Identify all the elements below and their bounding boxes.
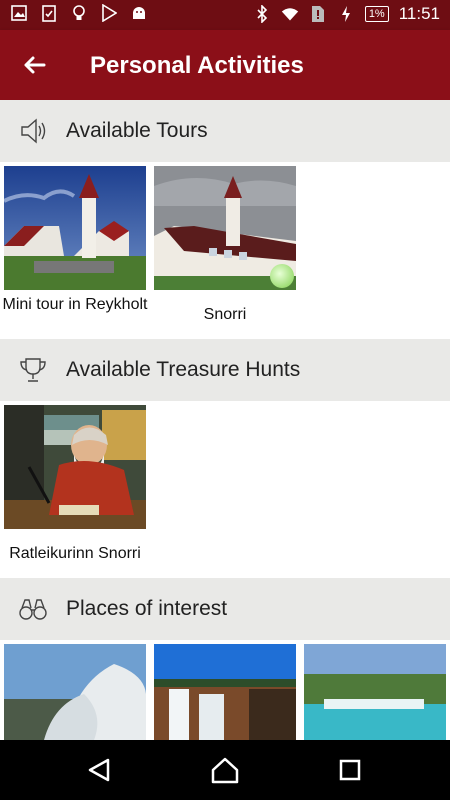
home-icon <box>211 757 239 784</box>
square-recents-icon <box>339 759 361 781</box>
place-thumbnail-geyser[interactable] <box>4 644 146 740</box>
section-label: Available Tours <box>66 119 208 142</box>
tour-caption[interactable]: Mini tour in Reykholt <box>0 295 150 315</box>
section-label: Available Treasure Hunts <box>66 358 301 381</box>
charging-icon <box>337 5 355 23</box>
image-icon <box>10 4 28 22</box>
section-header-treasure-hunts: Available Treasure Hunts <box>0 339 450 401</box>
trophy-icon <box>18 355 48 385</box>
bluetooth-icon <box>253 5 271 23</box>
binoculars-icon <box>18 594 48 624</box>
section-header-tours: Available Tours <box>0 100 450 162</box>
wifi-icon <box>281 5 299 23</box>
lightbulb-icon <box>70 4 88 22</box>
no-sim-icon <box>309 5 327 23</box>
clock: 11:51 <box>398 4 440 23</box>
nav-back-button[interactable] <box>84 754 116 786</box>
tour-thumbnail-reykholt[interactable] <box>4 166 146 290</box>
system-navigation-bar <box>0 740 450 800</box>
section-header-places: Places of interest <box>0 578 450 640</box>
back-button[interactable] <box>20 50 50 80</box>
clipboard-check-icon <box>40 4 58 22</box>
arrow-back-icon <box>24 56 46 74</box>
nav-home-button[interactable] <box>209 754 241 786</box>
place-thumbnail-waterfall[interactable] <box>154 644 296 740</box>
app-bar: Personal Activities <box>0 30 450 100</box>
nav-recents-button[interactable] <box>334 754 366 786</box>
play-store-icon <box>100 4 118 22</box>
treasure-hunt-caption[interactable]: Ratleikurinn Snorri <box>0 544 150 564</box>
page-title: Personal Activities <box>90 52 304 79</box>
tour-thumbnail-snorri[interactable] <box>154 166 296 290</box>
treasure-hunt-thumbnail-snorri[interactable] <box>4 405 146 529</box>
speaker-icon <box>18 116 48 146</box>
status-bar: 1% 11:51 <box>0 0 450 30</box>
place-thumbnail-river[interactable] <box>304 644 446 740</box>
battery-level: 1% <box>364 6 389 22</box>
section-label: Places of interest <box>66 597 228 620</box>
android-icon <box>130 4 148 22</box>
triangle-back-icon <box>88 758 110 782</box>
tour-caption[interactable]: Snorri <box>150 305 300 325</box>
completed-badge-icon <box>270 264 294 288</box>
